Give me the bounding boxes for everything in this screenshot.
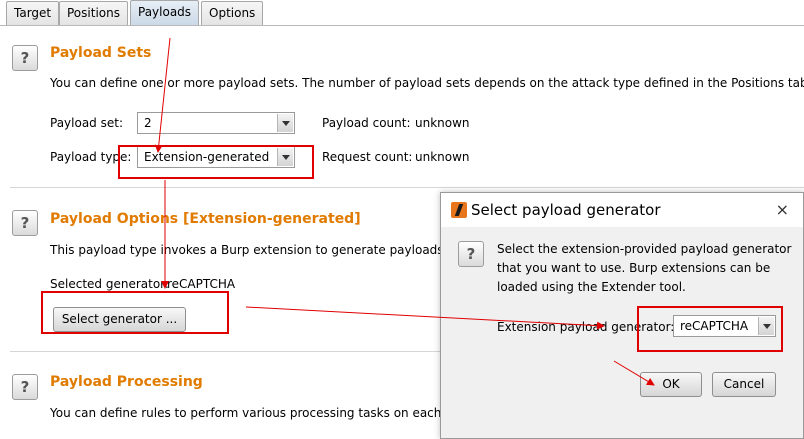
dialog-message-line1: Select the extension-provided payload ge… [497,242,792,256]
tab-label: Positions [67,6,120,20]
ok-button[interactable]: OK [640,372,702,397]
help-icon[interactable]: ? [12,374,38,400]
section-divider [10,187,804,188]
payload-count-label: Payload count: [322,116,411,130]
payload-count-value: unknown [415,116,470,130]
dialog-titlebar: Select payload generator × [441,193,803,227]
help-icon[interactable]: ? [458,241,484,267]
request-count-value: unknown [415,150,470,164]
tab-bar: Target Positions Payloads Options [0,0,804,27]
cancel-button[interactable]: Cancel [712,372,776,397]
dialog-message-line2: that you want to use. Burp extensions ca… [497,261,771,275]
tab-label: Payloads [138,5,192,19]
tab-target[interactable]: Target [6,1,60,26]
dialog-message-line3: loaded using the Extender tool. [497,280,686,294]
tab-payloads[interactable]: Payloads [130,0,200,27]
selected-generator-label: Selected generator: [50,277,169,291]
tab-positions[interactable]: Positions [59,1,128,26]
help-icon[interactable]: ? [12,210,38,236]
chevron-down-icon [277,114,293,132]
payload-processing-title: Payload Processing [50,374,203,390]
tab-options[interactable]: Options [201,1,264,26]
payload-sets-title: Payload Sets [50,45,152,61]
payload-set-label: Payload set: [50,116,123,130]
tab-label: Target [14,6,52,20]
request-count-label: Request count: [322,150,413,164]
payload-options-title: Payload Options [Extension-generated] [50,211,361,227]
highlight-box-extension-generator [637,306,783,352]
highlight-box-select-generator [41,291,229,334]
dialog-title: Select payload generator [471,201,661,219]
payload-set-select[interactable]: 2 [137,112,295,134]
help-icon[interactable]: ? [12,45,38,71]
payload-options-description: This payload type invokes a Burp extensi… [50,243,448,257]
burp-app-icon [451,202,467,218]
tab-label: Options [209,6,256,20]
selected-generator-value: reCAPTCHA [167,277,236,291]
payload-set-value: 2 [144,116,152,130]
highlight-box-payload-type [118,145,314,179]
payload-processing-description: You can define rules to perform various … [50,406,461,420]
close-icon[interactable]: × [776,200,789,219]
payload-sets-description: You can define one or more payload sets.… [50,76,804,90]
